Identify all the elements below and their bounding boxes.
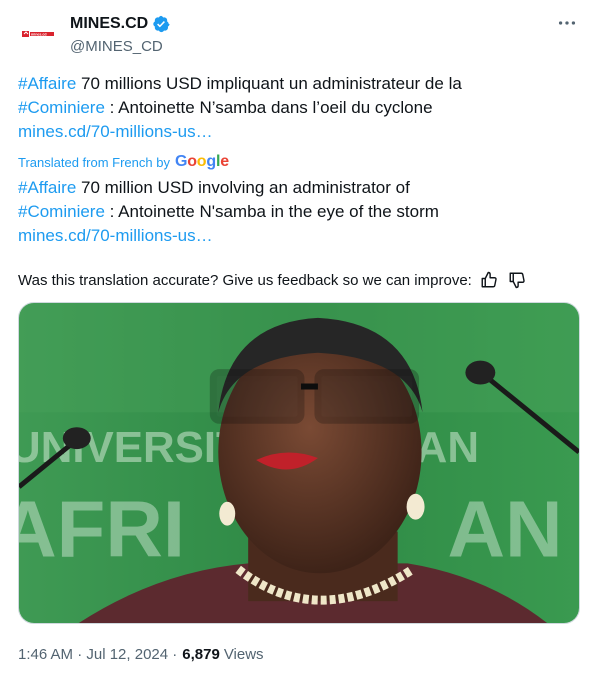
translated-by-label: Translated from French by	[18, 154, 170, 170]
svg-text:AFRI: AFRI	[19, 485, 185, 574]
views-count: 6,879	[182, 645, 220, 663]
author-avatar[interactable]: mines.cd	[18, 14, 58, 54]
google-logo-icon: Google	[174, 153, 229, 170]
original-article-link[interactable]: mines.cd/70-millions-us…	[18, 122, 213, 141]
translated-text-part1: 70 million USD involving an administrato…	[76, 178, 410, 197]
tweet-original-text: #Affaire 70 millions USD impliquant un a…	[18, 72, 578, 144]
tweet-meta: 1:46 AM · Jul 12, 2024 · 6,879 Views	[18, 644, 264, 664]
translated-text-part2: : Antoinette N'samba in the eye of the s…	[104, 202, 439, 221]
hashtag-cominiere[interactable]: #Cominiere	[18, 98, 105, 117]
feedback-prompt: Was this translation accurate? Give us f…	[18, 271, 472, 289]
more-options-icon[interactable]	[556, 12, 578, 34]
translated-article-link[interactable]: mines.cd/70-millions-us…	[18, 226, 213, 245]
author-name-row: MINES.CD	[70, 15, 170, 33]
avatar-logo-text: mines.cd	[31, 32, 47, 36]
hashtag-affaire-translated[interactable]: #Affaire	[18, 178, 76, 197]
photo-woman-at-podium: UNIVERSITY AFRICAN AFRI AN	[19, 303, 579, 623]
tweet-translated-text: #Affaire 70 million USD involving an adm…	[18, 176, 578, 248]
mines-cd-logo-icon: mines.cd	[22, 31, 54, 37]
tweet-photo[interactable]: UNIVERSITY AFRICAN AFRI AN	[18, 302, 580, 624]
tweet-timestamp[interactable]: 1:46 AM · Jul 12, 2024 ·	[18, 646, 177, 663]
original-text-part2: : Antoinette N’samba dans l’oeil du cycl…	[104, 98, 433, 117]
views-label: Views	[223, 645, 264, 663]
verified-badge-icon[interactable]	[152, 15, 170, 33]
translated-by-row[interactable]: Translated from French by Google	[18, 152, 229, 172]
svg-text:AN: AN	[447, 485, 562, 574]
tweet-header: mines.cd MINES.CD @MINES_CD	[18, 10, 582, 60]
thumbs-down-icon[interactable]	[508, 271, 526, 289]
hashtag-cominiere-translated[interactable]: #Cominiere	[18, 202, 105, 221]
author-handle[interactable]: @MINES_CD	[70, 38, 163, 55]
original-text-part1: 70 millions USD impliquant un administra…	[76, 74, 462, 93]
hashtag-affaire[interactable]: #Affaire	[18, 74, 76, 93]
translation-feedback-row: Was this translation accurate? Give us f…	[18, 268, 526, 292]
author-name[interactable]: MINES.CD	[70, 15, 148, 33]
thumbs-up-icon[interactable]	[480, 271, 498, 289]
